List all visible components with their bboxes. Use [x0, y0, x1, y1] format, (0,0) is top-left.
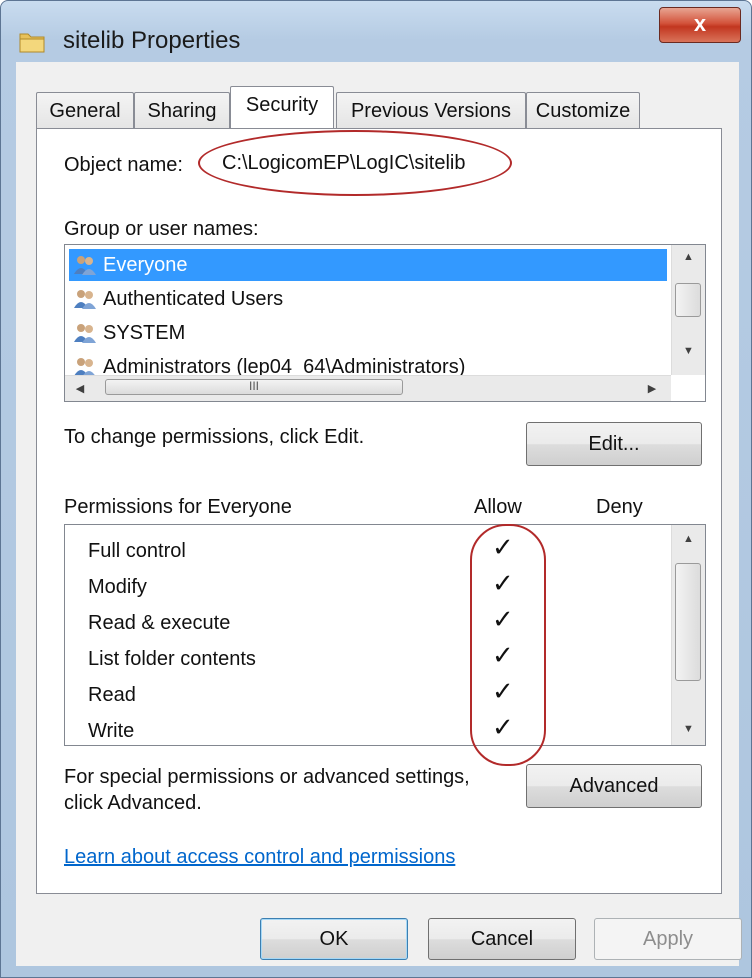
object-name-label: Object name:	[64, 154, 183, 176]
advanced-hint-line1: For special permissions or advanced sett…	[64, 766, 470, 788]
tab-sharing[interactable]: Sharing	[134, 92, 230, 130]
tab-label: Sharing	[147, 100, 217, 122]
allow-column-header: Allow	[474, 496, 522, 518]
tab-general[interactable]: General	[36, 92, 134, 130]
ok-button[interactable]: OK	[260, 918, 408, 960]
scroll-right-arrow-icon[interactable]: ▶	[643, 382, 661, 395]
scroll-up-arrow-icon[interactable]: ▲	[672, 533, 705, 545]
user-name: Authenticated Users	[103, 287, 284, 310]
tab-security[interactable]: Security	[230, 86, 334, 128]
permission-row-label: Read	[88, 684, 136, 706]
permissions-vertical-scrollbar[interactable]: ▲ ▼	[671, 525, 705, 745]
users-group-icon	[74, 256, 96, 275]
advanced-button[interactable]: Advanced	[526, 764, 702, 808]
scrollbar-thumb[interactable]	[675, 563, 701, 681]
permission-row-label: Write	[88, 720, 135, 742]
group-user-listbox[interactable]: Everyone Authenticated Users SYSTEM Admi…	[64, 244, 706, 402]
group-list-vertical-scrollbar[interactable]: ▲ ▼	[671, 245, 705, 375]
annotation-ellipse-allow-column	[470, 524, 546, 766]
tab-label: Security	[245, 94, 319, 116]
deny-column-header: Deny	[596, 496, 643, 518]
scroll-left-arrow-icon[interactable]: ◀	[71, 382, 89, 395]
tab-label: General	[49, 100, 121, 122]
user-name: SYSTEM	[103, 321, 186, 344]
learn-access-control-link[interactable]: Learn about access control and permissio…	[64, 846, 455, 869]
scrollbar-grip: III	[248, 379, 259, 393]
close-button[interactable]: x	[659, 7, 741, 43]
edit-button-label: Edit...	[588, 433, 640, 455]
edit-button[interactable]: Edit...	[526, 422, 702, 466]
tab-customize[interactable]: Customize	[526, 92, 640, 130]
annotation-ellipse-object-name	[198, 130, 512, 196]
permission-row-label: Read & execute	[88, 612, 231, 634]
list-item-authenticated-users[interactable]: Authenticated Users	[69, 283, 283, 315]
ok-button-label: OK	[319, 928, 349, 950]
permission-row-label: List folder contents	[88, 648, 256, 670]
title-bar[interactable]: sitelib Properties x	[1, 1, 751, 71]
permission-row-label: Modify	[88, 576, 147, 598]
advanced-hint-line2: click Advanced.	[64, 792, 202, 814]
scrollbar-thumb[interactable]	[675, 283, 701, 317]
advanced-button-label: Advanced	[569, 775, 659, 797]
list-item-system[interactable]: SYSTEM	[69, 317, 185, 349]
permission-row-label: Full control	[88, 540, 186, 562]
tab-label: Customize	[535, 100, 631, 122]
permissions-for-label: Permissions for Everyone	[64, 496, 292, 518]
apply-button[interactable]: Apply	[594, 918, 742, 960]
tab-label: Previous Versions	[350, 100, 512, 122]
scroll-down-arrow-icon[interactable]: ▼	[672, 723, 705, 735]
group-list-horizontal-scrollbar[interactable]: ◀ III ▶	[65, 375, 671, 401]
user-name: Everyone	[103, 253, 188, 276]
users-group-icon	[74, 290, 96, 309]
scroll-up-arrow-icon[interactable]: ▲	[672, 251, 705, 263]
group-user-names-label: Group or user names:	[64, 218, 259, 240]
apply-button-label: Apply	[642, 928, 694, 950]
close-icon: x	[693, 11, 707, 36]
cancel-button[interactable]: Cancel	[428, 918, 576, 960]
change-permissions-hint: To change permissions, click Edit.	[64, 426, 365, 448]
window-title: sitelib Properties	[63, 27, 241, 54]
list-item-everyone[interactable]: Everyone	[69, 249, 667, 281]
users-group-icon	[74, 324, 96, 343]
cancel-button-label: Cancel	[470, 928, 534, 950]
tab-previous-versions[interactable]: Previous Versions	[336, 92, 526, 130]
scroll-down-arrow-icon[interactable]: ▼	[672, 345, 705, 357]
folder-icon	[19, 33, 45, 53]
horizontal-scrollbar-thumb[interactable]: III	[105, 379, 403, 395]
